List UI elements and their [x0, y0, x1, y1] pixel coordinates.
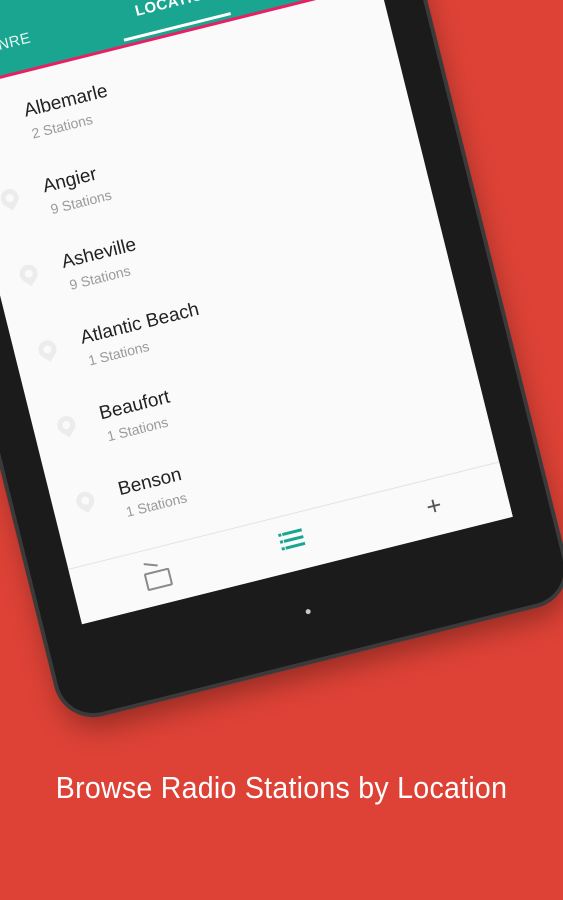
location-pin-icon — [0, 185, 23, 211]
location-pin-icon — [0, 109, 4, 135]
location-pin-icon — [35, 337, 60, 362]
list-icon[interactable] — [277, 523, 311, 557]
location-pin-icon — [16, 261, 41, 287]
tab-location[interactable]: LOCATION — [133, 0, 216, 20]
location-pin-icon — [54, 412, 79, 438]
radio-icon[interactable] — [139, 558, 174, 592]
add-icon[interactable]: + — [417, 489, 451, 523]
tab-genre[interactable]: GENRE — [0, 30, 33, 60]
tablet-frame: LO GENRE LOCATION Albemarle 2 Stations A… — [0, 0, 563, 721]
promo-caption: Browse Radio Stations by Location — [55, 770, 508, 805]
location-pin-icon — [72, 488, 98, 514]
camera-dot — [305, 608, 312, 615]
app-screen: LO GENRE LOCATION Albemarle 2 Stations A… — [0, 0, 513, 625]
